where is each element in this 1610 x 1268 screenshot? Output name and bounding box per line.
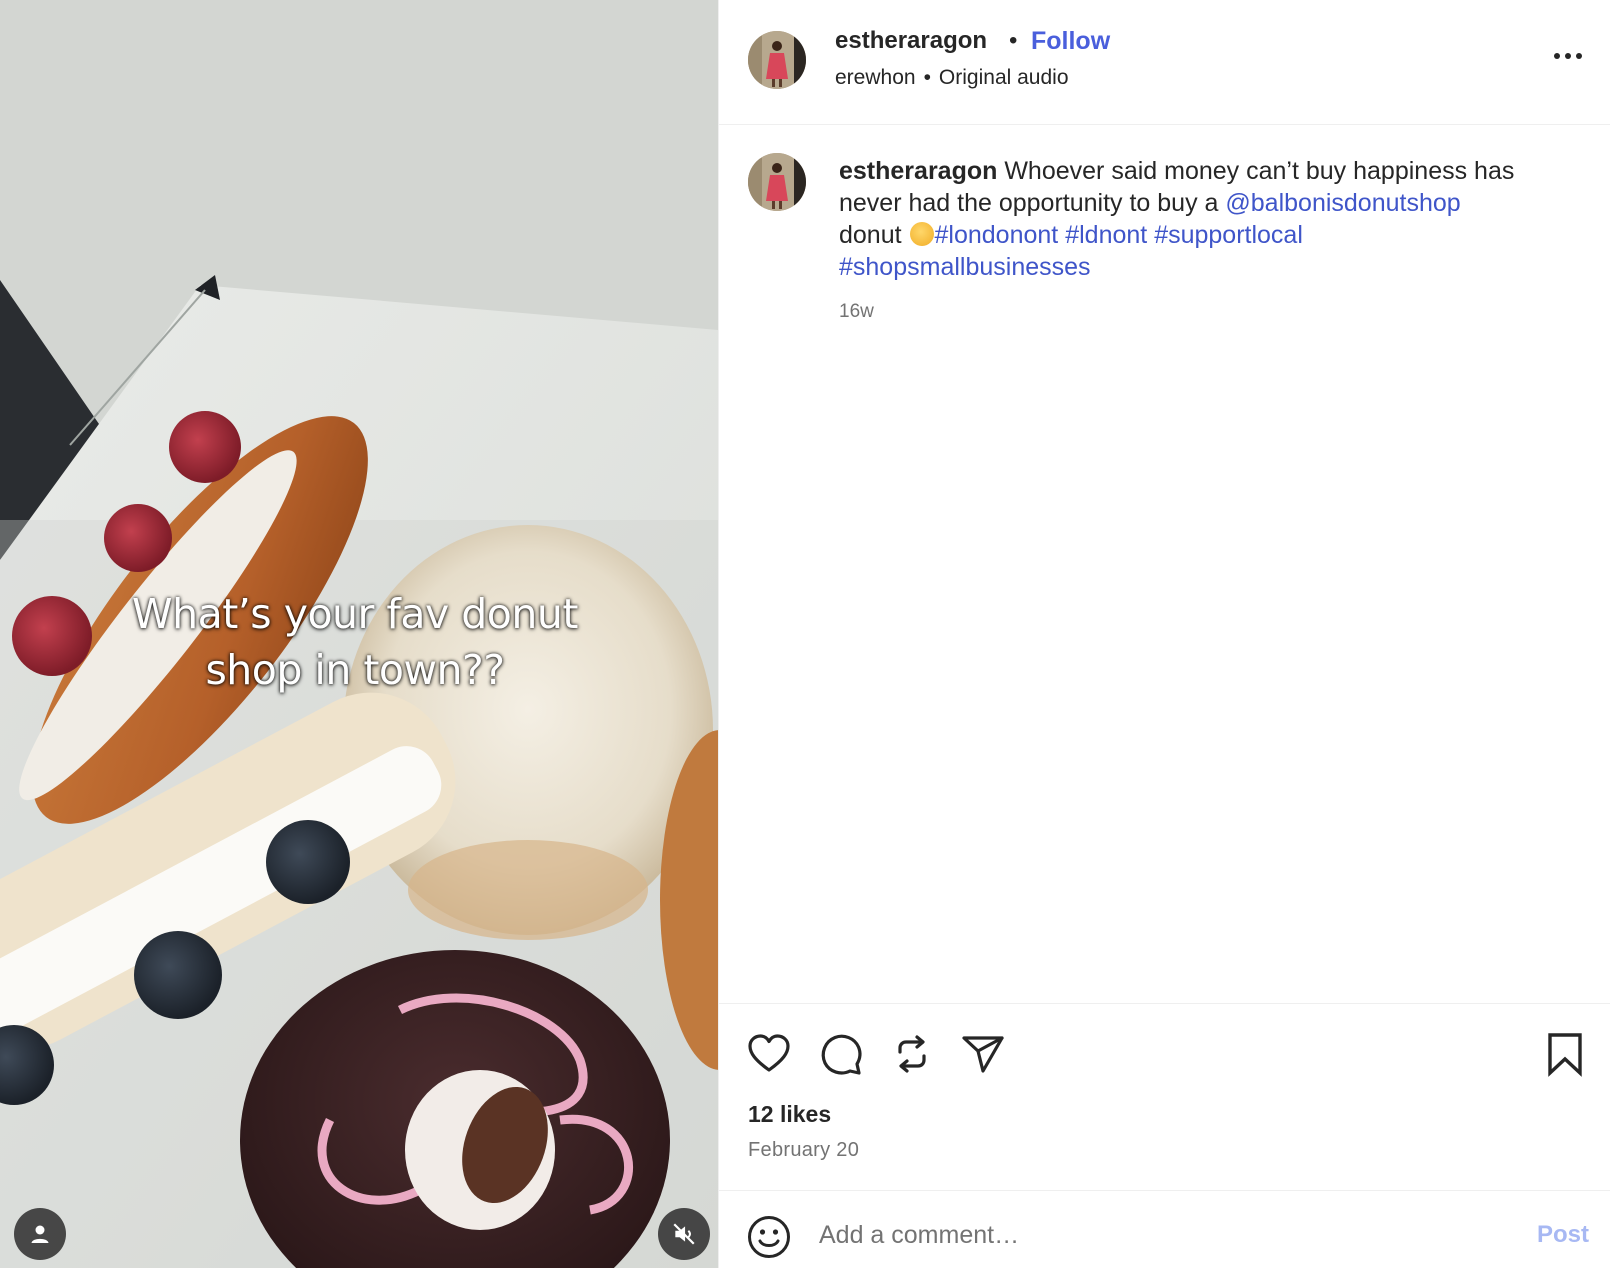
share-button[interactable] <box>959 1030 1007 1078</box>
comment-button[interactable] <box>817 1030 865 1078</box>
overlay-line-1: What’s your fav donut <box>132 590 578 638</box>
comment-input[interactable] <box>819 1209 1479 1261</box>
header-separator: • <box>1009 27 1018 54</box>
caption-username[interactable]: estheraragon <box>839 157 997 185</box>
send-icon <box>962 1036 1004 1073</box>
mute-button[interactable] <box>658 1208 710 1260</box>
like-count[interactable]: 12 likes <box>748 1101 831 1128</box>
avatar-image <box>748 153 806 211</box>
more-options-button[interactable] <box>1550 46 1586 66</box>
save-button[interactable] <box>1541 1030 1589 1078</box>
hashtag-link[interactable]: #ldnont <box>1065 221 1147 249</box>
post-header: estheraragon • Follow erewhon • Original a… <box>719 0 1610 125</box>
smiley-icon <box>748 1216 790 1258</box>
caption-text: estheraragon Whoever said money can’t bu… <box>839 155 1559 283</box>
post-date: February 20 <box>748 1139 860 1161</box>
mention-link[interactable]: @balbonisdonutshop <box>1225 189 1460 217</box>
caption-section: estheraragon Whoever said money can’t bu… <box>719 125 1610 1005</box>
more-horizontal-icon <box>1554 53 1582 59</box>
hashtag-link[interactable]: #shopsmallbusinesses <box>839 253 1091 281</box>
emoji-picker-button[interactable] <box>747 1215 791 1259</box>
overlay-line-2: shop in town?? <box>205 646 505 694</box>
post-comment-button[interactable]: Post <box>1537 1221 1589 1249</box>
location-link[interactable]: erewhon <box>835 66 916 89</box>
heart-icon <box>748 1034 790 1072</box>
header-subtitle: erewhon • Original audio <box>835 66 1069 90</box>
repost-button[interactable] <box>888 1030 936 1078</box>
post-side-panel: estheraragon • Follow erewhon • Original a… <box>718 0 1610 1268</box>
action-bar: 12 likes February 20 <box>719 1003 1610 1178</box>
bookmark-icon <box>1548 1033 1582 1077</box>
avatar-image <box>748 31 806 89</box>
speaker-muted-icon <box>673 1223 695 1245</box>
repost-icon <box>898 1035 926 1073</box>
post-modal: What’s your fav donut shop in town?? est… <box>0 0 1610 1268</box>
face-emoji-icon <box>909 222 934 246</box>
comment-bar: Post <box>719 1190 1610 1268</box>
audio-link[interactable]: Original audio <box>939 66 1069 89</box>
follow-button[interactable]: Follow <box>1031 27 1110 56</box>
avatar[interactable] <box>748 31 806 89</box>
caption-body-2: donut <box>839 221 909 249</box>
like-button[interactable] <box>745 1030 793 1078</box>
post-video[interactable]: What’s your fav donut shop in town?? <box>0 0 718 1268</box>
caption-avatar[interactable] <box>748 153 806 211</box>
caption-timestamp[interactable]: 16w <box>839 301 874 323</box>
hashtag-link[interactable]: #supportlocal <box>1154 221 1303 249</box>
header-username[interactable]: estheraragon <box>835 27 987 55</box>
comment-icon <box>821 1034 862 1075</box>
video-caption-overlay: What’s your fav donut shop in town?? <box>90 586 620 698</box>
subtitle-separator: • <box>923 66 931 89</box>
hashtag-link[interactable]: #londonont <box>935 221 1059 249</box>
person-icon <box>31 1225 49 1243</box>
tagged-users-button[interactable] <box>14 1208 66 1260</box>
